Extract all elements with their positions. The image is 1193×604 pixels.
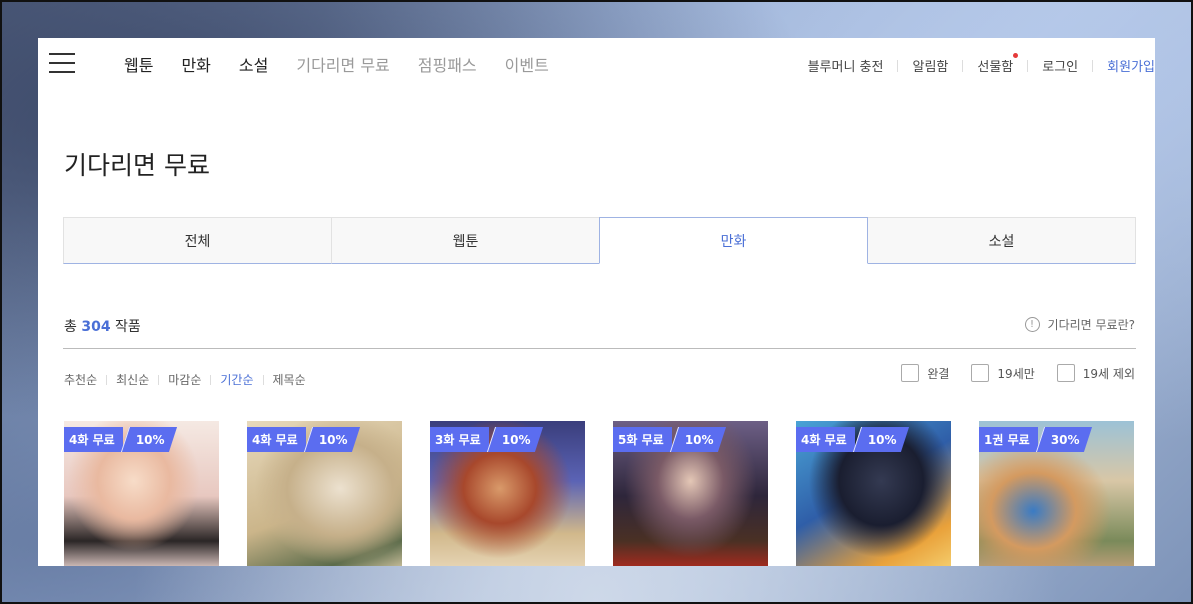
- checkbox[interactable]: [901, 364, 920, 382]
- info-circle-icon: !: [1024, 317, 1040, 332]
- checkbox[interactable]: [971, 364, 990, 382]
- nav-jumping-pass[interactable]: 점핑패스: [418, 52, 477, 76]
- page-title: 기다리면 무료: [64, 151, 210, 180]
- checkbox[interactable]: [1056, 364, 1075, 382]
- work-card[interactable]: 4화 무료 10%: [796, 421, 951, 566]
- filter-label: 완결: [927, 366, 950, 381]
- discount-rate: 30%: [1035, 427, 1092, 452]
- gift-link[interactable]: 선물함: [963, 53, 1027, 75]
- sort-title[interactable]: 제목순: [273, 371, 306, 388]
- free-episodes: 4화 무료: [64, 427, 123, 452]
- filter-options: 완결 19세만 19세 제외: [879, 364, 1135, 382]
- divider: [158, 374, 160, 385]
- free-badge: 3화 무료 10%: [430, 427, 543, 452]
- main-nav: 웹툰 만화 소설 기다리면 무료 점핑패스 이벤트: [124, 52, 577, 76]
- discount-rate: 10%: [669, 427, 726, 452]
- section-divider: [63, 348, 1136, 349]
- divider: [210, 374, 212, 385]
- work-card[interactable]: 4화 무료 10%: [247, 421, 402, 566]
- top-navigation: 웹툰 만화 소설 기다리면 무료 점핑패스 이벤트 블루머니 충전 알림함 선물…: [38, 38, 1155, 90]
- notice-link[interactable]: 알림함: [898, 56, 962, 75]
- filter-label: 19세만: [997, 366, 1035, 381]
- login-link[interactable]: 로그인: [1028, 56, 1092, 75]
- divider: [106, 374, 108, 385]
- gift-label: 선물함: [977, 60, 1014, 75]
- free-badge: 4화 무료 10%: [796, 427, 909, 452]
- sort-recommended[interactable]: 추천순: [64, 371, 97, 388]
- filter-exclude-adult[interactable]: 19세 제외: [1056, 364, 1135, 382]
- utility-links: 블루머니 충전 알림함 선물함 로그인 회원가입: [794, 53, 1155, 75]
- sort-deadline[interactable]: 마감순: [168, 371, 201, 388]
- filter-adult-only[interactable]: 19세만: [971, 364, 1035, 382]
- wait-free-help[interactable]: ! 기다리면 무료란?: [1024, 316, 1135, 333]
- discount-rate: 10%: [120, 427, 177, 452]
- sort-options: 추천순 최신순 마감순 기간순 제목순: [64, 371, 306, 388]
- work-card[interactable]: 4화 무료 10%: [64, 421, 219, 566]
- work-card[interactable]: 3화 무료 10%: [430, 421, 585, 566]
- work-card[interactable]: 1권 무료 30%: [979, 421, 1134, 566]
- nav-event[interactable]: 이벤트: [505, 52, 549, 76]
- notification-dot: [1013, 53, 1019, 58]
- discount-rate: 10%: [852, 427, 909, 452]
- divider: [262, 374, 264, 385]
- count-prefix: 총: [64, 319, 77, 335]
- nav-wait-free[interactable]: 기다리면 무료: [296, 52, 389, 76]
- free-badge: 4화 무료 10%: [247, 427, 360, 452]
- charge-link[interactable]: 블루머니 충전: [794, 56, 898, 75]
- menu-icon[interactable]: [49, 53, 75, 73]
- nav-webtoon[interactable]: 웹툰: [124, 52, 153, 76]
- count-number: 304: [81, 319, 111, 335]
- page: 웹툰 만화 소설 기다리면 무료 점핑패스 이벤트 블루머니 충전 알림함 선물…: [38, 38, 1155, 566]
- free-badge: 5화 무료 10%: [613, 427, 726, 452]
- tab-comics[interactable]: 만화: [599, 217, 868, 264]
- free-badge: 1권 무료 30%: [979, 427, 1092, 452]
- discount-rate: 10%: [486, 427, 543, 452]
- category-tabs: 전체 웹툰 만화 소설: [63, 217, 1136, 264]
- nav-comics[interactable]: 만화: [181, 52, 210, 76]
- count-suffix: 작품: [115, 319, 141, 335]
- tab-novel[interactable]: 소설: [867, 217, 1136, 264]
- free-episodes: 1권 무료: [979, 427, 1038, 452]
- free-episodes: 4화 무료: [796, 427, 855, 452]
- tab-all[interactable]: 전체: [63, 217, 332, 264]
- free-episodes: 5화 무료: [613, 427, 672, 452]
- filter-completed[interactable]: 완결: [901, 364, 949, 382]
- free-episodes: 4화 무료: [247, 427, 306, 452]
- discount-rate: 10%: [303, 427, 360, 452]
- work-card[interactable]: 5화 무료 10%: [613, 421, 768, 566]
- free-badge: 4화 무료 10%: [64, 427, 177, 452]
- tab-webtoon[interactable]: 웹툰: [331, 217, 600, 264]
- signup-link[interactable]: 회원가입: [1093, 56, 1155, 75]
- sort-latest[interactable]: 최신순: [116, 371, 149, 388]
- sort-period[interactable]: 기간순: [220, 371, 253, 388]
- free-episodes: 3화 무료: [430, 427, 489, 452]
- help-label: 기다리면 무료란?: [1047, 318, 1135, 332]
- nav-novel[interactable]: 소설: [239, 52, 268, 76]
- work-count: 총 304 작품: [64, 316, 141, 336]
- filter-label: 19세 제외: [1082, 366, 1135, 381]
- work-list: 4화 무료 10% 4화 무료 10% 3화 무료 10% 5화 무료 10%: [64, 421, 1155, 566]
